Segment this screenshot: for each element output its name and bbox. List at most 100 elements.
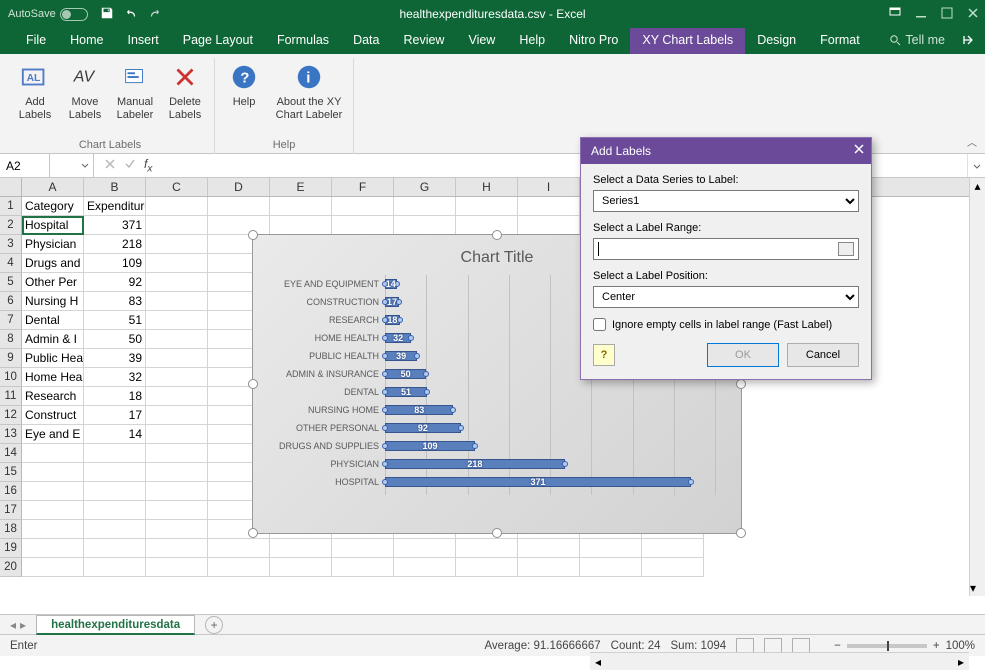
tab-home[interactable]: Home xyxy=(58,28,115,54)
cell[interactable]: Construct xyxy=(22,406,84,425)
cell[interactable] xyxy=(22,520,84,539)
chart-handle-e[interactable] xyxy=(736,379,746,389)
chart-bar[interactable]: 92 xyxy=(385,423,461,433)
cell[interactable]: Home Hea xyxy=(22,368,84,387)
insert-function-icon[interactable]: fx xyxy=(144,157,152,174)
tell-me[interactable]: Tell me xyxy=(889,33,945,47)
cell[interactable]: 39 xyxy=(84,349,146,368)
row-header[interactable]: 18 xyxy=(0,520,22,539)
cell[interactable] xyxy=(332,558,394,577)
cell[interactable] xyxy=(146,349,208,368)
col-header-A[interactable]: A xyxy=(22,178,84,196)
cell[interactable] xyxy=(208,539,270,558)
tab-help[interactable]: Help xyxy=(507,28,557,54)
cell[interactable] xyxy=(394,558,456,577)
select-all-corner[interactable] xyxy=(0,178,22,196)
cell[interactable] xyxy=(146,292,208,311)
ignore-empty-input[interactable] xyxy=(593,318,606,331)
cell[interactable] xyxy=(146,387,208,406)
scroll-up-icon[interactable]: ▴ xyxy=(970,178,985,194)
horizontal-scrollbar[interactable]: ◂ ▸ xyxy=(590,652,969,670)
cell[interactable] xyxy=(332,539,394,558)
chart-handle-w[interactable] xyxy=(248,379,258,389)
cell[interactable]: Admin & I xyxy=(22,330,84,349)
cell[interactable] xyxy=(22,482,84,501)
cell[interactable]: Expenditures xyxy=(84,197,146,216)
autosave-toggle[interactable]: AutoSave xyxy=(8,8,88,21)
cancel-formula-icon[interactable] xyxy=(104,158,116,173)
cell[interactable] xyxy=(146,368,208,387)
row-header[interactable]: 1 xyxy=(0,197,22,216)
tab-data[interactable]: Data xyxy=(341,28,391,54)
cell[interactable] xyxy=(270,197,332,216)
zoom-in-icon[interactable]: + xyxy=(933,640,940,652)
cell[interactable] xyxy=(146,463,208,482)
dialog-title-bar[interactable]: Add Labels xyxy=(581,138,871,164)
cell[interactable]: 218 xyxy=(84,235,146,254)
row-header[interactable]: 5 xyxy=(0,273,22,292)
chart-bar[interactable]: 17 xyxy=(385,297,399,307)
chart-bar[interactable]: 39 xyxy=(385,351,417,361)
collapse-ribbon-icon[interactable]: ︿ xyxy=(967,134,977,149)
col-header-E[interactable]: E xyxy=(270,178,332,196)
tab-page-layout[interactable]: Page Layout xyxy=(171,28,265,54)
range-picker-icon[interactable] xyxy=(838,242,854,256)
cell[interactable] xyxy=(332,197,394,216)
zoom-slider[interactable] xyxy=(847,644,927,648)
maximize-icon[interactable] xyxy=(941,7,953,22)
cell[interactable] xyxy=(146,406,208,425)
sheet-nav[interactable]: ◂▸ xyxy=(0,618,36,632)
sheet-tab-active[interactable]: healthexpendituresdata xyxy=(36,615,195,635)
chart-bar[interactable]: 218 xyxy=(385,459,565,469)
col-header-F[interactable]: F xyxy=(332,178,394,196)
row-header[interactable]: 12 xyxy=(0,406,22,425)
position-select[interactable]: Center xyxy=(593,286,859,308)
cell[interactable] xyxy=(146,520,208,539)
cell[interactable] xyxy=(146,216,208,235)
row-header[interactable]: 16 xyxy=(0,482,22,501)
tab-xy-chart-labels[interactable]: XY Chart Labels xyxy=(630,28,745,54)
cell[interactable] xyxy=(456,216,518,235)
chart-bar[interactable]: 32 xyxy=(385,333,411,343)
chart-bar[interactable]: 51 xyxy=(385,387,427,397)
cell[interactable] xyxy=(146,558,208,577)
tab-file[interactable]: File xyxy=(14,28,58,54)
row-header[interactable]: 14 xyxy=(0,444,22,463)
chart-handle-sw[interactable] xyxy=(248,528,258,538)
cell[interactable] xyxy=(580,558,642,577)
series-select[interactable]: Series1 xyxy=(593,190,859,212)
cell[interactable] xyxy=(84,463,146,482)
tab-format[interactable]: Format xyxy=(808,28,872,54)
name-box-dropdown[interactable] xyxy=(50,154,94,177)
cell[interactable]: 371 xyxy=(84,216,146,235)
cell[interactable] xyxy=(518,558,580,577)
toggle-off-icon[interactable] xyxy=(60,8,88,21)
chart-bar[interactable]: 83 xyxy=(385,405,453,415)
cell[interactable]: 18 xyxy=(84,387,146,406)
row-header[interactable]: 19 xyxy=(0,539,22,558)
vertical-scrollbar[interactable]: ▴ ▾ xyxy=(969,178,985,596)
name-box[interactable]: A2 xyxy=(0,154,50,177)
tab-insert[interactable]: Insert xyxy=(116,28,171,54)
enter-formula-icon[interactable] xyxy=(124,158,136,173)
cell[interactable] xyxy=(456,197,518,216)
cell[interactable]: 50 xyxy=(84,330,146,349)
cell[interactable]: 14 xyxy=(84,425,146,444)
row-header[interactable]: 7 xyxy=(0,311,22,330)
cell[interactable] xyxy=(22,501,84,520)
cancel-button[interactable]: Cancel xyxy=(787,343,859,367)
cell[interactable] xyxy=(394,197,456,216)
zoom-level[interactable]: 100% xyxy=(946,640,975,652)
cell[interactable]: 17 xyxy=(84,406,146,425)
help-button[interactable]: ? Help xyxy=(219,58,269,122)
cell[interactable] xyxy=(146,330,208,349)
cell[interactable]: 109 xyxy=(84,254,146,273)
cell[interactable] xyxy=(270,558,332,577)
cell[interactable] xyxy=(22,444,84,463)
undo-icon[interactable] xyxy=(124,6,138,23)
col-header-I[interactable]: I xyxy=(518,178,580,196)
cell[interactable] xyxy=(84,501,146,520)
ok-button[interactable]: OK xyxy=(707,343,779,367)
cell[interactable]: Category xyxy=(22,197,84,216)
cell[interactable] xyxy=(394,216,456,235)
